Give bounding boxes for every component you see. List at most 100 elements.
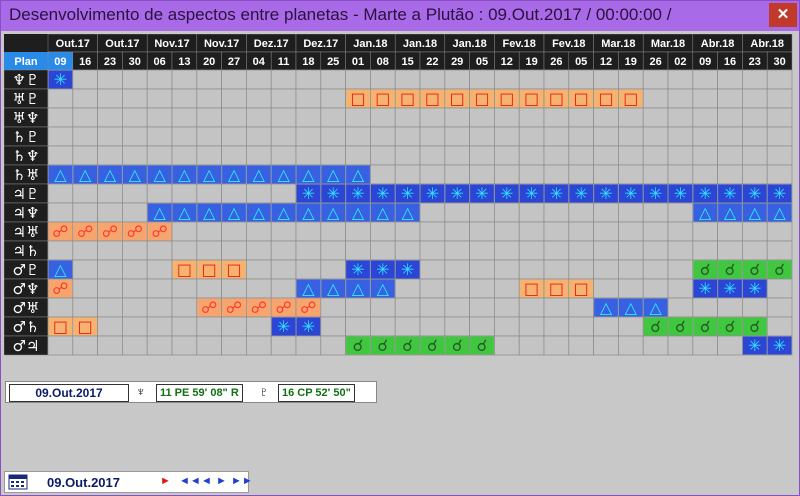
aspect-opposition-icon[interactable]: ☍ (102, 222, 118, 241)
aspect-square-icon[interactable]: □ (202, 260, 217, 279)
grid-cell[interactable] (469, 278, 495, 299)
grid-cell[interactable] (72, 335, 98, 356)
grid-cell[interactable] (469, 221, 495, 242)
aspect-sextile-icon[interactable]: ✳ (698, 279, 711, 298)
grid-cell[interactable] (146, 126, 173, 147)
aspect-opposition-icon[interactable]: ☍ (275, 298, 291, 317)
grid-cell[interactable] (122, 240, 148, 261)
next-icon[interactable]: ► (216, 475, 227, 487)
grid-cell[interactable] (469, 297, 495, 318)
grid-cell[interactable] (419, 297, 446, 318)
grid-cell[interactable] (717, 221, 743, 242)
grid-cell[interactable] (270, 278, 297, 299)
grid-cell[interactable] (642, 145, 669, 166)
aspect-sextile-icon[interactable]: ✳ (649, 184, 662, 203)
grid-cell[interactable] (72, 202, 98, 223)
grid-cell[interactable] (518, 259, 545, 280)
grid-cell[interactable] (469, 126, 495, 147)
grid-cell[interactable] (370, 316, 396, 337)
grid-cell[interactable] (642, 278, 669, 299)
grid-cell[interactable] (518, 145, 545, 166)
grid-cell[interactable] (295, 145, 322, 166)
grid-cell[interactable] (171, 240, 198, 261)
grid-cell[interactable] (146, 88, 173, 109)
grid-cell[interactable] (593, 164, 619, 185)
aspect-sextile-icon[interactable]: ✳ (773, 184, 786, 203)
grid-cell[interactable] (543, 297, 570, 318)
grid-cell[interactable] (72, 278, 98, 299)
grid-cell[interactable] (642, 335, 669, 356)
aspect-sextile-icon[interactable]: ✳ (748, 184, 761, 203)
grid-cell[interactable] (494, 145, 520, 166)
grid-cell[interactable] (444, 107, 470, 128)
grid-cell[interactable] (444, 259, 470, 280)
grid-cell[interactable] (320, 69, 346, 90)
grid-cell[interactable] (320, 297, 346, 318)
grid-cell[interactable] (419, 164, 446, 185)
aspect-trine-icon[interactable]: △ (228, 165, 241, 184)
grid-cell[interactable] (47, 183, 74, 204)
close-button[interactable]: ✕ (769, 3, 797, 27)
aspect-conjunction-icon[interactable]: ☌ (650, 317, 661, 336)
grid-cell[interactable] (568, 69, 594, 90)
aspect-opposition-icon[interactable]: ☍ (226, 298, 242, 317)
aspect-square-icon[interactable]: □ (375, 89, 390, 108)
grid-cell[interactable] (543, 145, 570, 166)
grid-cell[interactable] (122, 297, 148, 318)
grid-cell[interactable] (221, 126, 247, 147)
grid-cell[interactable] (196, 316, 222, 337)
grid-cell[interactable] (568, 221, 594, 242)
aspect-trine-icon[interactable]: △ (253, 165, 266, 184)
grid-cell[interactable] (270, 145, 297, 166)
grid-cell[interactable] (394, 278, 421, 299)
grid-cell[interactable] (568, 164, 594, 185)
grid-cell[interactable] (593, 145, 619, 166)
grid-cell[interactable] (97, 316, 123, 337)
grid-cell[interactable] (72, 69, 98, 90)
grid-cell[interactable] (146, 183, 173, 204)
aspect-trine-icon[interactable]: △ (773, 203, 786, 222)
grid-cell[interactable] (246, 221, 272, 242)
grid-cell[interactable] (320, 335, 346, 356)
grid-cell[interactable] (221, 278, 247, 299)
grid-cell[interactable] (494, 126, 520, 147)
grid-cell[interactable] (766, 88, 793, 109)
grid-cell[interactable] (97, 69, 123, 90)
grid-cell[interactable] (171, 278, 198, 299)
grid-cell[interactable] (618, 335, 644, 356)
grid-cell[interactable] (667, 221, 694, 242)
grid-cell[interactable] (171, 183, 198, 204)
grid-cell[interactable] (717, 240, 743, 261)
first-icon[interactable]: ◄◄ (179, 475, 201, 487)
grid-cell[interactable] (444, 316, 470, 337)
aspect-trine-icon[interactable]: △ (327, 279, 340, 298)
grid-cell[interactable] (171, 145, 198, 166)
grid-cell[interactable] (568, 297, 594, 318)
aspect-sextile-icon[interactable]: ✳ (674, 184, 687, 203)
grid-cell[interactable] (642, 69, 669, 90)
aspect-sextile-icon[interactable]: ✳ (698, 184, 711, 203)
aspect-square-icon[interactable]: □ (53, 317, 68, 336)
grid-cell[interactable] (320, 107, 346, 128)
grid-cell[interactable] (171, 221, 198, 242)
grid-cell[interactable] (295, 259, 322, 280)
grid-cell[interactable] (345, 221, 371, 242)
grid-cell[interactable] (618, 259, 644, 280)
grid-cell[interactable] (97, 88, 123, 109)
grid-cell[interactable] (146, 69, 173, 90)
aspect-sextile-icon[interactable]: ✳ (475, 184, 488, 203)
grid-cell[interactable] (72, 297, 98, 318)
grid-cell[interactable] (593, 335, 619, 356)
grid-cell[interactable] (568, 107, 594, 128)
grid-cell[interactable] (766, 145, 793, 166)
grid-cell[interactable] (122, 183, 148, 204)
grid-cell[interactable] (593, 69, 619, 90)
grid-cell[interactable] (494, 259, 520, 280)
grid-cell[interactable] (146, 145, 173, 166)
grid-cell[interactable] (593, 259, 619, 280)
grid-cell[interactable] (667, 164, 694, 185)
grid-cell[interactable] (320, 240, 346, 261)
grid-cell[interactable] (246, 69, 272, 90)
aspect-sextile-icon[interactable]: ✳ (624, 184, 637, 203)
grid-cell[interactable] (469, 240, 495, 261)
